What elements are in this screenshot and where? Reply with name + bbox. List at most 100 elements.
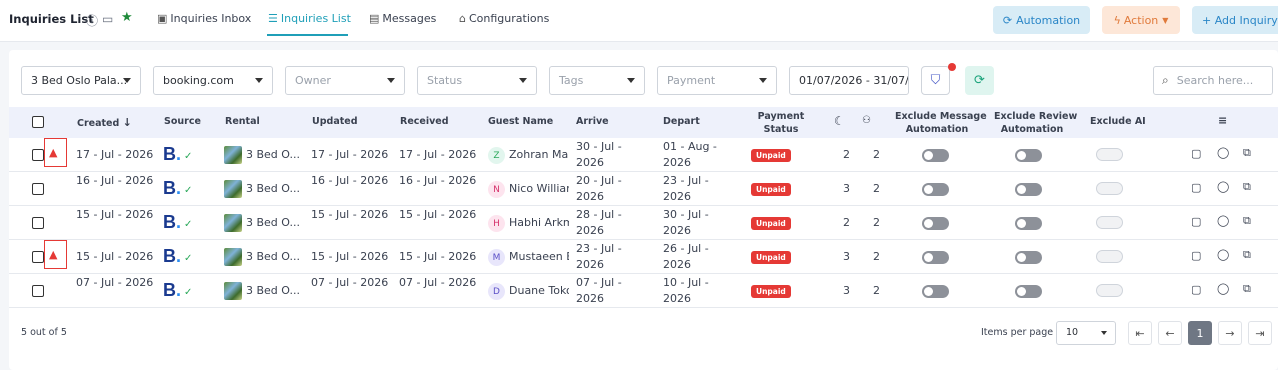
- guest-name-cell[interactable]: Zohran Mar: [509, 147, 569, 163]
- help-icon[interactable]: ⓘ: [86, 12, 98, 29]
- received-cell: 17 - Jul - 2026: [399, 148, 477, 161]
- check-circle-icon: ✓: [184, 253, 193, 264]
- arrive-cell: 28 - Jul - 2026: [576, 208, 622, 237]
- result-count: 5 out of 5: [21, 327, 67, 338]
- date-range-field[interactable]: 01/07/2026 - 31/07/: [789, 66, 909, 95]
- nights-cell: 2: [843, 148, 850, 161]
- rental-cell[interactable]: 3 Bed O...: [246, 147, 300, 163]
- rental-cell[interactable]: 3 Bed O...: [246, 283, 300, 299]
- column-created[interactable]: Created ↓: [77, 116, 132, 129]
- nights-cell: 3: [843, 182, 850, 195]
- chat-icon[interactable]: ◯: [1217, 248, 1229, 261]
- owner-filter[interactable]: Owner: [285, 66, 405, 95]
- exclude-review-toggle[interactable]: [1015, 285, 1042, 298]
- star-icon[interactable]: ★: [121, 10, 133, 25]
- filter-active-dot: [948, 63, 956, 71]
- rental-thumbnail: [224, 146, 242, 164]
- exclude-message-toggle[interactable]: [922, 285, 949, 298]
- check-circle-icon: ✓: [184, 287, 193, 298]
- exclude-ai-toggle[interactable]: [1096, 216, 1123, 229]
- tab-messages[interactable]: ▤ Messages: [369, 12, 436, 25]
- copy-icon[interactable]: ⧉: [1243, 248, 1251, 262]
- tab-configurations[interactable]: ⌂ Configurations: [459, 12, 549, 25]
- copy-icon[interactable]: ⧉: [1243, 282, 1251, 296]
- automation-button[interactable]: ⟳ Automation: [993, 6, 1090, 34]
- received-cell: 16 - Jul - 2026: [399, 174, 477, 187]
- chat-icon[interactable]: ◯: [1217, 146, 1229, 159]
- filter-button[interactable]: ⛉: [921, 66, 950, 95]
- column-menu-icon[interactable]: ≡: [1218, 114, 1227, 127]
- copy-icon[interactable]: ⧉: [1243, 180, 1251, 194]
- note-icon[interactable]: ▢: [1191, 283, 1201, 296]
- row-checkbox[interactable]: [32, 217, 44, 229]
- updated-cell: 15 - Jul - 2026: [311, 250, 389, 263]
- depart-cell: 01 - Aug - 2026: [663, 140, 717, 169]
- exclude-ai-toggle[interactable]: [1096, 148, 1123, 161]
- rental-cell[interactable]: 3 Bed O...: [246, 215, 300, 231]
- first-page-icon: ⇤: [1135, 326, 1145, 340]
- note-icon[interactable]: ▢: [1191, 249, 1201, 262]
- guest-name-cell[interactable]: Habhi Arkm: [509, 215, 569, 231]
- video-icon[interactable]: ▭: [102, 12, 113, 26]
- exclude-message-toggle[interactable]: [922, 217, 949, 230]
- column-arrive: Arrive: [576, 116, 609, 127]
- copy-icon[interactable]: ⧉: [1243, 214, 1251, 228]
- column-exclude-message-automation: Exclude Message Automation: [895, 111, 987, 135]
- search-input[interactable]: ⌕ Search here...: [1153, 66, 1273, 95]
- exclude-ai-toggle[interactable]: [1096, 250, 1123, 263]
- payment-filter[interactable]: Payment: [657, 66, 777, 95]
- action-button[interactable]: ϟ Action ▼: [1102, 6, 1180, 34]
- source-filter[interactable]: booking.com: [153, 66, 273, 95]
- tags-filter[interactable]: Tags: [549, 66, 645, 95]
- received-cell: 15 - Jul - 2026: [399, 208, 477, 221]
- rental-cell[interactable]: 3 Bed O...: [246, 181, 300, 197]
- payment-status-badge: Unpaid: [751, 217, 791, 230]
- last-page-button[interactable]: ⇥: [1248, 321, 1272, 345]
- next-page-button[interactable]: →: [1218, 321, 1242, 345]
- exclude-review-toggle[interactable]: [1015, 149, 1042, 162]
- select-all-checkbox[interactable]: [32, 116, 44, 128]
- current-page-button[interactable]: 1: [1188, 321, 1212, 345]
- exclude-message-toggle[interactable]: [922, 183, 949, 196]
- guest-name-cell[interactable]: Nico Willian: [509, 181, 569, 197]
- tab-inquiries-inbox[interactable]: ▣ Inquiries Inbox: [157, 12, 251, 25]
- caret-down-icon: [1101, 331, 1107, 335]
- created-cell: 07 - Jul - 2026: [76, 276, 154, 289]
- note-icon[interactable]: ▢: [1191, 147, 1201, 160]
- list-icon: ☰: [268, 12, 278, 25]
- exclude-ai-toggle[interactable]: [1096, 182, 1123, 195]
- row-checkbox[interactable]: [32, 149, 44, 161]
- chat-icon[interactable]: ◯: [1217, 180, 1229, 193]
- exclude-message-toggle[interactable]: [922, 149, 949, 162]
- guest-name-cell[interactable]: Mustaeen E: [509, 249, 569, 265]
- received-cell: 15 - Jul - 2026: [399, 250, 477, 263]
- exclude-message-toggle[interactable]: [922, 251, 949, 264]
- add-inquiry-button[interactable]: + Add Inquiry: [1192, 6, 1278, 34]
- nights-cell: 3: [843, 250, 850, 263]
- guest-avatar: Z: [488, 147, 505, 164]
- note-icon[interactable]: ▢: [1191, 215, 1201, 228]
- row-checkbox[interactable]: [32, 183, 44, 195]
- note-icon[interactable]: ▢: [1191, 181, 1201, 194]
- rental-thumbnail: [224, 214, 242, 232]
- chat-icon[interactable]: ◯: [1217, 214, 1229, 227]
- row-checkbox[interactable]: [32, 285, 44, 297]
- exclude-review-toggle[interactable]: [1015, 217, 1042, 230]
- first-page-button[interactable]: ⇤: [1128, 321, 1152, 345]
- refresh-button[interactable]: ⟳: [965, 66, 994, 95]
- active-tab-indicator: [267, 34, 348, 36]
- row-checkbox[interactable]: [32, 251, 44, 263]
- exclude-ai-toggle[interactable]: [1096, 284, 1123, 297]
- copy-icon[interactable]: ⧉: [1243, 146, 1251, 160]
- chat-icon[interactable]: ◯: [1217, 282, 1229, 295]
- updated-cell: 17 - Jul - 2026: [311, 148, 389, 161]
- rental-filter[interactable]: 3 Bed Oslo Pala...: [21, 66, 141, 95]
- prev-page-button[interactable]: ←: [1158, 321, 1182, 345]
- status-filter[interactable]: Status: [417, 66, 537, 95]
- tab-inquiries-list[interactable]: ☰ Inquiries List: [268, 12, 351, 25]
- guest-name-cell[interactable]: Duane Toko: [509, 283, 569, 299]
- items-per-page-select[interactable]: 10: [1056, 321, 1116, 345]
- rental-cell[interactable]: 3 Bed O...: [246, 249, 300, 265]
- exclude-review-toggle[interactable]: [1015, 183, 1042, 196]
- exclude-review-toggle[interactable]: [1015, 251, 1042, 264]
